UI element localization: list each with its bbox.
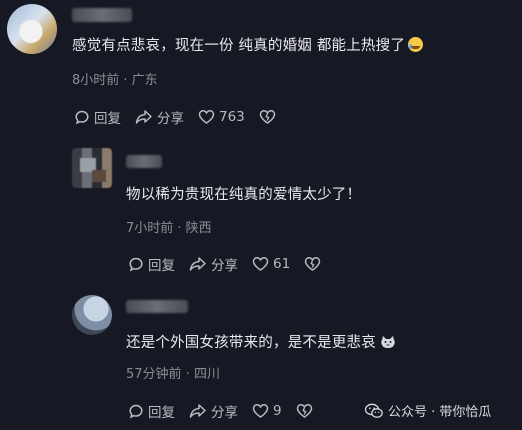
dislike-button[interactable]: [296, 403, 317, 419]
share-icon: [135, 110, 152, 124]
reply-icon: [75, 110, 89, 125]
comment-meta: 57分钟前 · 四川: [126, 367, 220, 382]
username-blurred[interactable]: [126, 300, 188, 313]
dislike-button[interactable]: [304, 256, 325, 272]
heart-icon: [198, 110, 215, 124]
like-button[interactable]: 9: [252, 403, 282, 419]
dislike-button[interactable]: [259, 109, 280, 125]
share-button[interactable]: 分享: [135, 107, 184, 127]
like-button[interactable]: 61: [252, 256, 290, 272]
comment-actions: 回复 分享 763: [74, 107, 294, 127]
reply-icon: [129, 257, 143, 272]
share-button[interactable]: 分享: [189, 254, 238, 274]
watermark: 公众号 · 带你恰瓜: [364, 401, 491, 420]
share-icon: [189, 404, 206, 418]
reply-button[interactable]: 回复: [74, 107, 121, 127]
heart-icon: [252, 257, 269, 271]
wechat-icon: [364, 403, 383, 418]
broken-heart-icon: [296, 404, 312, 418]
share-icon: [189, 257, 206, 271]
username-blurred[interactable]: [126, 155, 162, 168]
comment-meta: 7小时前 · 陕西: [126, 221, 212, 236]
share-button[interactable]: 分享: [189, 401, 238, 421]
comment-meta: 8小时前 · 广东: [72, 73, 158, 88]
comment-text: 感觉有点悲哀，现在一份 纯真的婚姻 都能上热搜了: [72, 34, 424, 55]
avatar[interactable]: [72, 148, 112, 188]
comment-text: 还是个外国女孩带来的，是不是更悲哀: [126, 331, 396, 352]
reply-button[interactable]: 回复: [128, 254, 175, 274]
comment-actions: 回复 分享 9: [128, 401, 331, 421]
username-blurred[interactable]: [72, 8, 132, 22]
reply-icon: [129, 404, 143, 419]
broken-heart-icon: [304, 257, 321, 271]
heart-icon: [252, 404, 269, 418]
avatar[interactable]: [7, 4, 57, 54]
crying-emoji-icon: [408, 37, 424, 52]
comment-text: 物以稀为贵现在纯真的爱情太少了！: [126, 187, 362, 203]
comment-actions: 回复 分享 61: [128, 254, 339, 274]
avatar[interactable]: [72, 295, 112, 335]
reply-button[interactable]: 回复: [128, 401, 175, 421]
cat-emoji-icon: [381, 336, 395, 348]
like-button[interactable]: 763: [198, 109, 245, 125]
broken-heart-icon: [259, 110, 276, 124]
